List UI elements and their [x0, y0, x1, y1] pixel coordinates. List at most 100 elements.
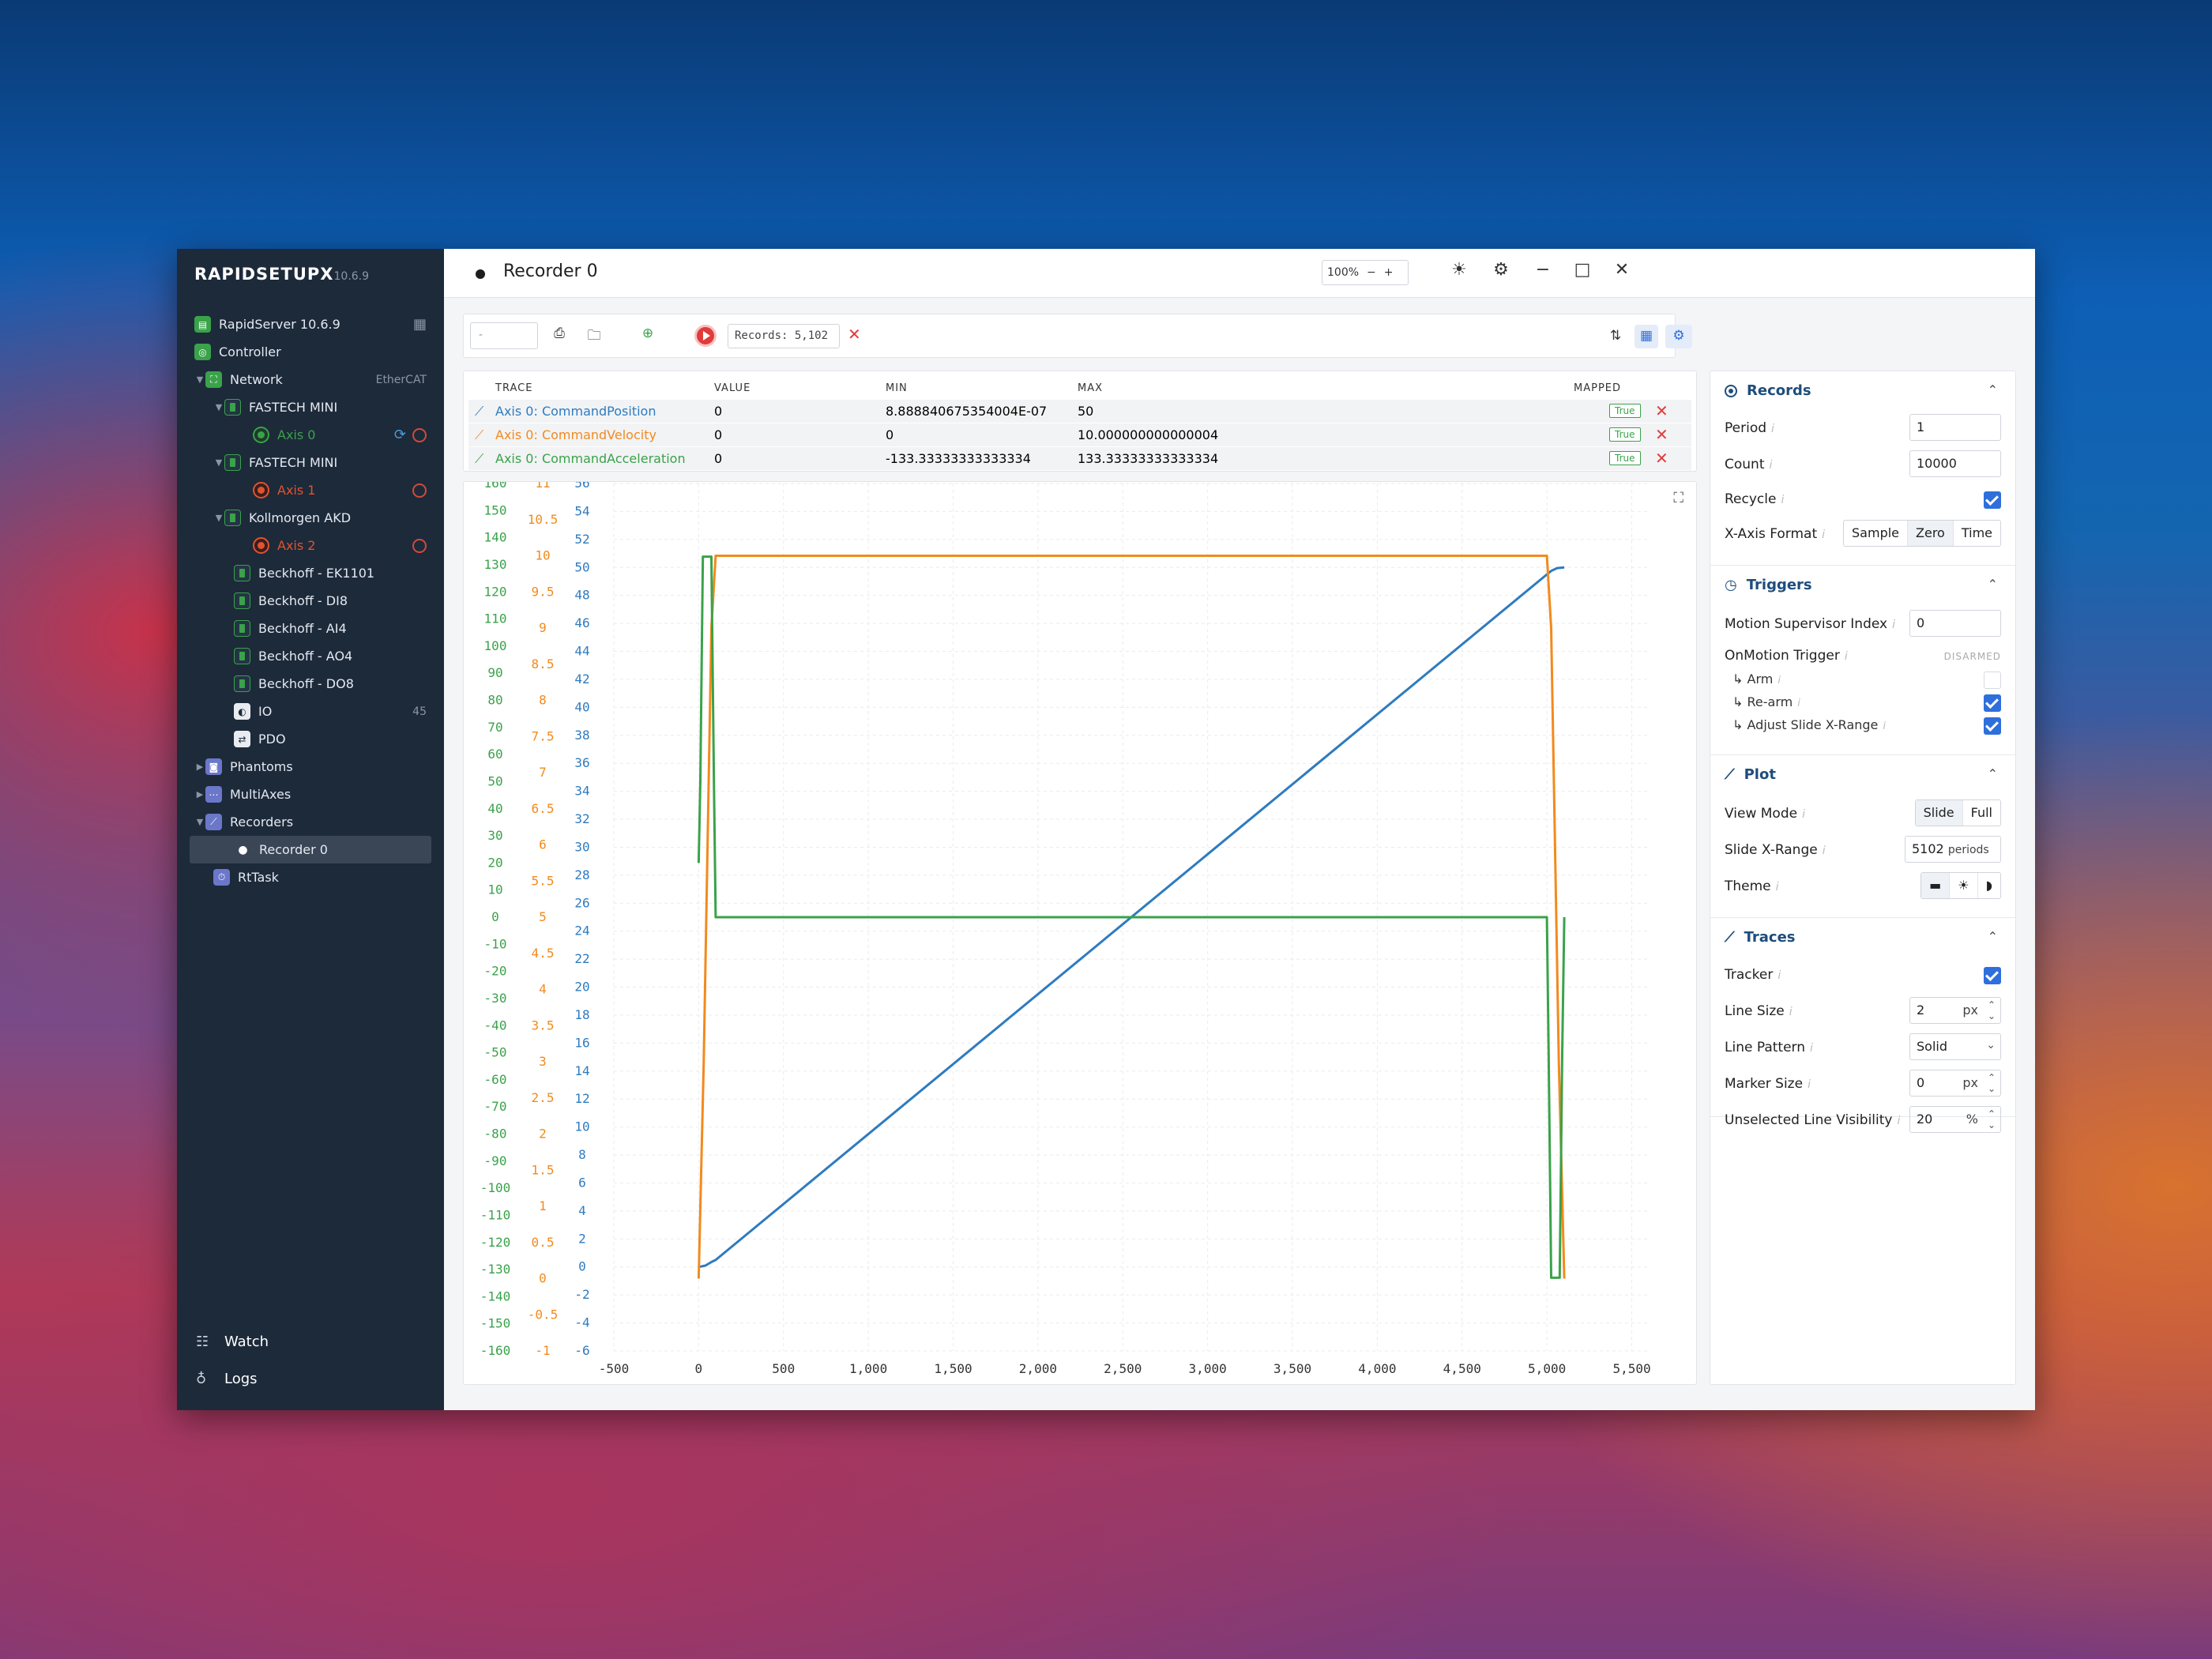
- tree-item-network[interactable]: ▼ ⛶ Network EtherCAT: [177, 366, 444, 393]
- xformat-zero[interactable]: Zero: [1908, 521, 1954, 546]
- visibility-stepper[interactable]: 20% ⌃ ⌄: [1909, 1106, 2001, 1133]
- rearm-checkbox[interactable]: [1984, 694, 2001, 712]
- xformat-sample[interactable]: Sample: [1844, 521, 1909, 546]
- tracker-checkbox[interactable]: [1984, 967, 2001, 984]
- chevron-down-icon[interactable]: ▼: [213, 457, 224, 468]
- chevron-up-icon[interactable]: ⌃: [1988, 766, 1998, 781]
- tree-item-axis-2[interactable]: Axis 2: [177, 532, 444, 559]
- trace-name[interactable]: Axis 0: CommandPosition: [495, 404, 656, 419]
- theme-auto-icon[interactable]: ◗: [1978, 873, 2000, 898]
- theme-light-icon[interactable]: ☀: [1950, 873, 1978, 898]
- tree-item-axis-1[interactable]: Axis 1: [177, 476, 444, 504]
- count-field[interactable]: 10000: [1909, 450, 2001, 477]
- xaxis-format-toggle[interactable]: Sample Zero Time: [1843, 520, 2001, 547]
- tree-item-controller[interactable]: ◎ Controller: [177, 338, 444, 366]
- save-icon[interactable]: ⎙: [549, 325, 570, 346]
- sun-icon[interactable]: ☀: [1447, 260, 1471, 280]
- watch-button[interactable]: ☷ Watch: [196, 1334, 269, 1350]
- table-view-icon[interactable]: ▦: [1635, 325, 1658, 348]
- zoom-in-button[interactable]: +: [1384, 266, 1394, 279]
- view-mode-toggle[interactable]: Slide Full: [1914, 799, 2001, 826]
- tree-item-rapidserver[interactable]: ▤ RapidServer 10.6.9 ▦: [177, 310, 444, 338]
- maximize-icon[interactable]: □: [1571, 260, 1594, 280]
- line-pattern-select[interactable]: Solid ⌄: [1909, 1033, 2001, 1060]
- tree-item-fastech-1[interactable]: ▼ FASTECH MINI: [177, 393, 444, 421]
- theme-toggle[interactable]: ▬ ☀ ◗: [1920, 872, 2001, 899]
- msi-field[interactable]: 0: [1909, 610, 2001, 637]
- table-row[interactable]: ⟋ Axis 0: CommandPosition 0 8.8888406753…: [468, 400, 1691, 423]
- trace-name[interactable]: Axis 0: CommandVelocity: [495, 427, 656, 442]
- tree-item-ao4[interactable]: Beckhoff - AO4: [177, 642, 444, 670]
- tree-item-recorder-0[interactable]: ● Recorder 0: [190, 836, 431, 863]
- record-button[interactable]: [694, 325, 717, 347]
- period-field[interactable]: 1: [1909, 414, 2001, 441]
- chevron-up-icon[interactable]: ⌃: [1988, 382, 1998, 397]
- stepper-arrows-icon[interactable]: ⌃ ⌄: [1988, 1108, 1996, 1130]
- tree-item-recorders[interactable]: ▼ ⟋ Recorders: [177, 808, 444, 836]
- arm-checkbox[interactable]: [1984, 672, 2001, 689]
- stepper-arrows-icon[interactable]: ⌃ ⌄: [1988, 1072, 1996, 1094]
- sync-icon[interactable]: ⟳: [394, 427, 406, 443]
- table-row[interactable]: ⟋ Axis 0: CommandVelocity 0 0 10.0000000…: [468, 423, 1691, 446]
- tree-item-ek1101[interactable]: Beckhoff - EK1101: [177, 559, 444, 587]
- remove-trace-icon[interactable]: ✕: [1655, 449, 1668, 468]
- remove-trace-icon[interactable]: ✕: [1655, 401, 1668, 420]
- plot-svg[interactable]: -500 0 500 1,000 1,500 2,000 2,500 3,000 3,500 4,…: [464, 476, 1698, 1386]
- tree-item-do8[interactable]: Beckhoff - DO8: [177, 670, 444, 698]
- disable-icon[interactable]: [412, 483, 427, 498]
- tree-item-fastech-2[interactable]: ▼ FASTECH MINI: [177, 449, 444, 476]
- zoom-out-button[interactable]: −: [1367, 266, 1376, 279]
- chevron-down-icon[interactable]: ▼: [194, 817, 205, 827]
- tree-item-kollmorgen[interactable]: ▼ Kollmorgen AKD: [177, 504, 444, 532]
- plot-header[interactable]: ⟋ Plot: [1725, 766, 1776, 783]
- clear-records-icon[interactable]: ✕: [848, 325, 861, 344]
- view-slide[interactable]: Slide: [1915, 800, 1963, 826]
- fullscreen-icon[interactable]: ⛶: [1673, 490, 1683, 506]
- tree-item-axis-0[interactable]: Axis 0 ⟳: [177, 421, 444, 449]
- chevron-up-icon[interactable]: ⌃: [1988, 577, 1998, 592]
- chevron-down-icon[interactable]: ▼: [213, 513, 224, 523]
- minimize-icon[interactable]: −: [1531, 260, 1555, 280]
- folder-icon[interactable]: 🗀: [584, 325, 604, 346]
- recorder-chart[interactable]: -500 0 500 1,000 1,500 2,000 2,500 3,000 3,500 4,…: [463, 476, 1698, 1386]
- y-tick-label: -20: [484, 964, 507, 979]
- xformat-time[interactable]: Time: [1954, 521, 2000, 546]
- view-full[interactable]: Full: [1963, 800, 2000, 826]
- chevron-up-icon[interactable]: ⌃: [1988, 929, 1998, 944]
- close-icon[interactable]: ✕: [1610, 260, 1634, 280]
- chevron-down-icon[interactable]: ▼: [194, 374, 205, 385]
- tree-item-io[interactable]: ◐ IO 45: [177, 698, 444, 725]
- tracker-toggle-icon[interactable]: ⇅: [1604, 325, 1627, 348]
- tree-item-pdo[interactable]: ⇄ PDO: [177, 725, 444, 753]
- recorder-select[interactable]: -: [470, 322, 538, 349]
- zoom-control[interactable]: 100% − +: [1322, 260, 1409, 285]
- chevron-down-icon[interactable]: ▼: [213, 402, 224, 412]
- disable-icon[interactable]: [412, 538, 427, 553]
- tree-item-multiaxes[interactable]: ▶ ⋯ MultiAxes: [177, 781, 444, 808]
- theme-dark-icon[interactable]: ▬: [1921, 873, 1951, 898]
- slide-range-field[interactable]: 5102 periods: [1905, 836, 2001, 863]
- chevron-right-icon[interactable]: ▶: [194, 762, 205, 772]
- trace-name[interactable]: Axis 0: CommandAcceleration: [495, 451, 686, 466]
- gear-icon[interactable]: ⚙: [1489, 260, 1513, 280]
- settings-icon[interactable]: ⚙: [1665, 325, 1692, 348]
- traces-header[interactable]: ⟋ Traces: [1725, 929, 1796, 946]
- chevron-right-icon[interactable]: ▶: [194, 789, 205, 799]
- remove-trace-icon[interactable]: ✕: [1655, 425, 1668, 444]
- recycle-checkbox[interactable]: [1984, 491, 2001, 509]
- tree-item-di8[interactable]: Beckhoff - DI8: [177, 587, 444, 615]
- table-row[interactable]: ⟋ Axis 0: CommandAcceleration 0 -133.333…: [468, 447, 1691, 470]
- adjust-checkbox[interactable]: [1984, 717, 2001, 735]
- line-size-stepper[interactable]: 2 px ⌃ ⌄: [1909, 997, 2001, 1024]
- marker-size-stepper[interactable]: 0 px ⌃ ⌄: [1909, 1070, 2001, 1097]
- logs-button[interactable]: ♁ Logs: [196, 1371, 258, 1387]
- tree-item-ai4[interactable]: Beckhoff - AI4: [177, 615, 444, 642]
- stepper-arrows-icon[interactable]: ⌃ ⌄: [1988, 999, 1996, 1021]
- add-trace-icon[interactable]: ⊕: [638, 325, 658, 346]
- triggers-header[interactable]: ◷ Triggers: [1725, 577, 1812, 593]
- disable-icon[interactable]: [412, 427, 427, 442]
- grid-icon[interactable]: ▦: [413, 316, 427, 333]
- records-header[interactable]: Records: [1725, 382, 1811, 399]
- tree-item-phantoms[interactable]: ▶ ◙ Phantoms: [177, 753, 444, 781]
- tree-item-rttask[interactable]: ⏱ RtTask: [177, 863, 444, 891]
